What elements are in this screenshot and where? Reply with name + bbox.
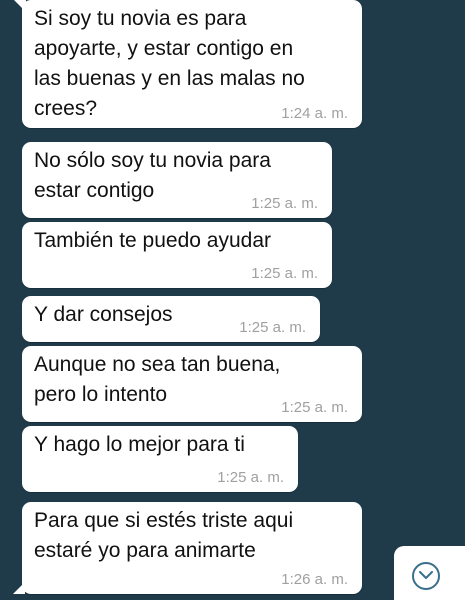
message-time: 1:25 a. m. <box>281 399 348 416</box>
message-bubble[interactable]: También te puedo ayudar 1:25 a. m. <box>22 222 332 288</box>
message-text: Y hago lo mejor para ti <box>34 433 245 456</box>
message-time: 1:26 a. m. <box>281 571 348 588</box>
message-bubble[interactable]: Y hago lo mejor para ti 1:25 a. m. <box>22 426 298 492</box>
chevron-down-icon <box>412 562 440 590</box>
message-bubble[interactable]: Y dar consejos 1:25 a. m. <box>22 296 320 342</box>
message-time: 1:25 a. m. <box>251 195 318 212</box>
message-time: 1:25 a. m. <box>239 319 306 336</box>
message-bubble[interactable]: Aunque no sea tan buena, pero lo intento… <box>22 346 362 422</box>
message-text: También te puedo ayudar <box>34 229 271 252</box>
message-bubble[interactable]: Si soy tu novia es para apoyarte, y esta… <box>14 0 362 128</box>
message-time: 1:25 a. m. <box>251 265 318 282</box>
message-bubble[interactable]: Para que si estés triste aqui estaré yo … <box>13 502 362 594</box>
message-time: 1:24 a. m. <box>281 105 348 122</box>
message-time: 1:25 a. m. <box>217 469 284 486</box>
scroll-to-bottom-button[interactable] <box>394 546 465 600</box>
message-text: Para que si estés triste aqui estaré yo … <box>34 509 294 562</box>
message-bubble[interactable]: No sólo soy tu novia para estar contigo … <box>22 142 332 218</box>
chat-area: Si soy tu novia es para apoyarte, y esta… <box>0 0 465 600</box>
